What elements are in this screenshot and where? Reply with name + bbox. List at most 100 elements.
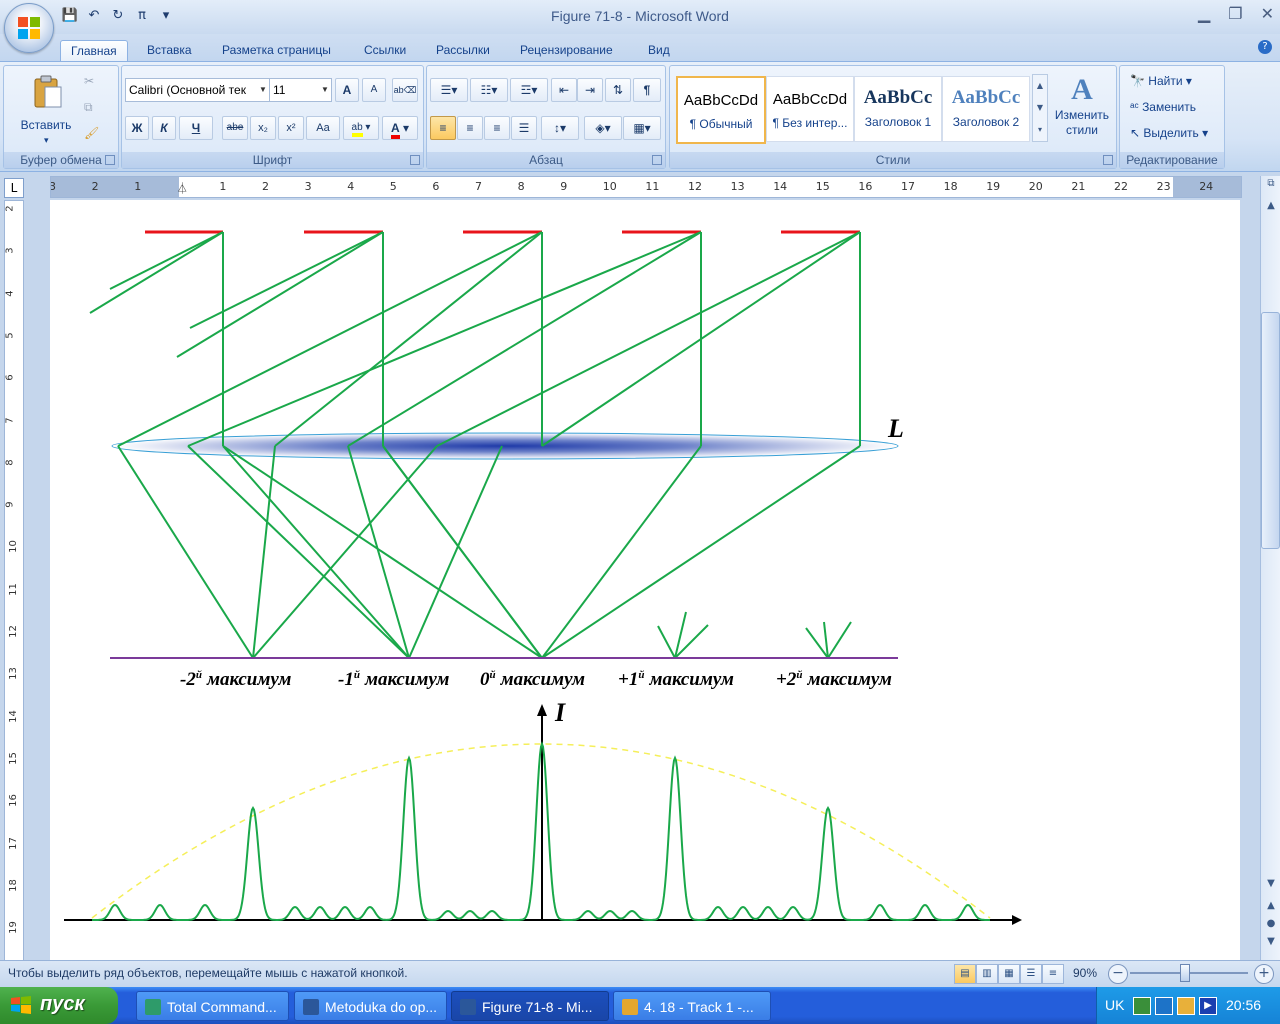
- numbering-button[interactable]: ☷▾: [470, 78, 508, 102]
- tab-review[interactable]: Рецензирование: [510, 40, 623, 62]
- zoom-in-icon[interactable]: +: [1254, 964, 1274, 984]
- font-name-combo[interactable]: Calibri (Основной тек ▼: [125, 78, 270, 102]
- tab-insert[interactable]: Вставка: [137, 40, 202, 62]
- tab-selector[interactable]: L: [4, 178, 24, 198]
- copy-icon[interactable]: ⧉: [84, 100, 93, 115]
- change-styles-button[interactable]: A Изменить стили: [1054, 72, 1110, 138]
- align-center-button[interactable]: ≡: [457, 116, 483, 140]
- prev-page-icon[interactable]: ▲: [1261, 900, 1280, 911]
- dialog-launcher-icon[interactable]: [105, 155, 115, 165]
- clear-formatting-button[interactable]: ab⌫: [392, 78, 418, 102]
- tab-home[interactable]: Главная: [60, 40, 128, 63]
- style-heading-1[interactable]: AaBbCc Заголовок 1: [854, 76, 942, 142]
- tab-references[interactable]: Ссылки: [354, 40, 416, 62]
- tray-app-icon[interactable]: [1155, 997, 1173, 1015]
- draft-view-icon[interactable]: ≡: [1042, 964, 1064, 984]
- zoom-out-icon[interactable]: −: [1108, 964, 1128, 984]
- scrollbar-thumb[interactable]: [1261, 312, 1280, 549]
- justify-button[interactable]: ☰: [511, 116, 537, 140]
- replace-button[interactable]: ᵃᶜ Заменить: [1130, 100, 1196, 114]
- dialog-launcher-icon[interactable]: [1103, 155, 1113, 165]
- font-size-combo[interactable]: 11 ▼: [269, 78, 332, 102]
- bullets-button[interactable]: ☰▾: [430, 78, 468, 102]
- vruler-tick-label: 4: [4, 289, 16, 297]
- clipboard-group: Вставить ▾ ✂ ⧉ 🖌 Буфер обмена: [3, 65, 119, 169]
- style-heading-2[interactable]: AaBbCc Заголовок 2: [942, 76, 1030, 142]
- align-left-button[interactable]: ≡: [430, 116, 456, 140]
- close-icon[interactable]: ✕: [1261, 4, 1274, 23]
- align-right-button[interactable]: ≡: [484, 116, 510, 140]
- taskbar-item-track[interactable]: 4. 18 - Track 1 -...: [613, 991, 771, 1021]
- tray-app-icon[interactable]: [1133, 997, 1151, 1015]
- tab-view[interactable]: Вид: [638, 40, 680, 62]
- bold-button[interactable]: Ж: [125, 116, 149, 140]
- tab-page-layout[interactable]: Разметка страницы: [212, 40, 341, 62]
- zoom-level[interactable]: 90%: [1073, 966, 1097, 980]
- grow-font-button[interactable]: A: [335, 78, 359, 102]
- vertical-ruler[interactable]: 2 3 4 5 6 7 8 9 10 11 12 13 14 15 16 17 18 19: [4, 200, 24, 962]
- style-no-spacing[interactable]: AaBbCcDd ¶ Без интер...: [766, 76, 854, 142]
- ray: [109, 231, 224, 290]
- ruler-toggle-icon[interactable]: ⧉: [1261, 178, 1280, 189]
- ray: [89, 231, 224, 314]
- taskbar-item-figure[interactable]: Figure 71-8 - Mi...: [451, 991, 609, 1021]
- highlight-button[interactable]: ab ▾: [343, 116, 379, 140]
- style-normal[interactable]: AaBbCcDd ¶ Обычный: [676, 76, 766, 144]
- taskbar-item-metoduka[interactable]: Metoduka do op...: [294, 991, 447, 1021]
- find-button[interactable]: 🔭 Найти ▾: [1130, 74, 1192, 88]
- italic-button[interactable]: К: [152, 116, 176, 140]
- format-painter-icon[interactable]: 🖌: [84, 126, 99, 140]
- outline-view-icon[interactable]: ☰: [1020, 964, 1042, 984]
- play-icon[interactable]: ▶: [1199, 997, 1217, 1015]
- browse-object-icon[interactable]: ●: [1261, 918, 1280, 929]
- vruler-tick-label: 5: [4, 332, 16, 339]
- paste-icon[interactable]: [32, 74, 64, 110]
- language-indicator[interactable]: UK: [1105, 997, 1124, 1013]
- zoom-slider-thumb[interactable]: [1180, 964, 1190, 982]
- borders-button[interactable]: ▦▾: [623, 116, 661, 140]
- superscript-button[interactable]: x²: [278, 116, 304, 140]
- cut-icon[interactable]: ✂: [84, 74, 94, 88]
- strikethrough-button[interactable]: abe: [222, 116, 248, 140]
- maximize-icon[interactable]: ❐: [1228, 4, 1242, 23]
- increase-indent-button[interactable]: ⇥: [577, 78, 603, 102]
- underline-button[interactable]: Ч: [179, 116, 213, 140]
- ruler-tick-label: 20: [1028, 180, 1043, 193]
- dialog-launcher-icon[interactable]: [652, 155, 662, 165]
- web-layout-icon[interactable]: ▦: [998, 964, 1020, 984]
- scroll-down-icon[interactable]: ▼: [1261, 878, 1280, 889]
- minimize-icon[interactable]: ▁: [1198, 4, 1210, 23]
- font-color-button[interactable]: A ▾: [382, 116, 418, 140]
- taskbar-item-total-commander[interactable]: Total Command...: [136, 991, 289, 1021]
- decrease-indent-button[interactable]: ⇤: [551, 78, 577, 102]
- print-layout-view-icon[interactable]: ▤: [954, 964, 976, 984]
- styles-scroll[interactable]: ▲ ▼ ▾: [1032, 74, 1048, 142]
- change-case-button[interactable]: Aa: [306, 116, 340, 140]
- office-button[interactable]: [4, 3, 54, 53]
- diffraction-figure[interactable]: L I -2й максимум -1й максимум 0й максимум +…: [50, 200, 1240, 960]
- replace-label: Заменить: [1142, 100, 1196, 114]
- show-marks-button[interactable]: ¶: [633, 78, 661, 102]
- paste-button-label[interactable]: Вставить: [14, 118, 78, 132]
- subscript-button[interactable]: x₂: [250, 116, 276, 140]
- multilevel-list-button[interactable]: ☲▾: [510, 78, 548, 102]
- select-button[interactable]: ↖ Выделить ▾: [1130, 126, 1208, 140]
- full-screen-reading-icon[interactable]: ▥: [976, 964, 998, 984]
- paste-dropdown-icon[interactable]: ▾: [44, 136, 49, 146]
- start-button[interactable]: пуск: [0, 987, 118, 1024]
- horizontal-ruler[interactable]: 321⏃123456789101112131415161718192021222…: [50, 176, 1242, 198]
- document-page[interactable]: L I -2й максимум -1й максимум 0й максимум +…: [50, 200, 1240, 960]
- next-page-icon[interactable]: ▼: [1261, 936, 1280, 947]
- help-icon[interactable]: ?: [1258, 40, 1272, 54]
- tray-app-icon[interactable]: [1177, 997, 1195, 1015]
- shading-button[interactable]: ◈▾: [584, 116, 622, 140]
- scroll-up-icon[interactable]: ▲: [1261, 200, 1280, 211]
- tab-mailings[interactable]: Рассылки: [426, 40, 500, 62]
- vertical-scrollbar[interactable]: ⧉ ▲ ▼ ▲ ● ▼: [1260, 176, 1280, 960]
- shrink-font-button[interactable]: A: [362, 78, 386, 102]
- replace-icon: ᵃᶜ: [1130, 100, 1139, 114]
- ray: [541, 445, 861, 659]
- line-spacing-button[interactable]: ↕▾: [541, 116, 579, 140]
- dialog-launcher-icon[interactable]: [410, 155, 420, 165]
- sort-button[interactable]: ⇅: [605, 78, 631, 102]
